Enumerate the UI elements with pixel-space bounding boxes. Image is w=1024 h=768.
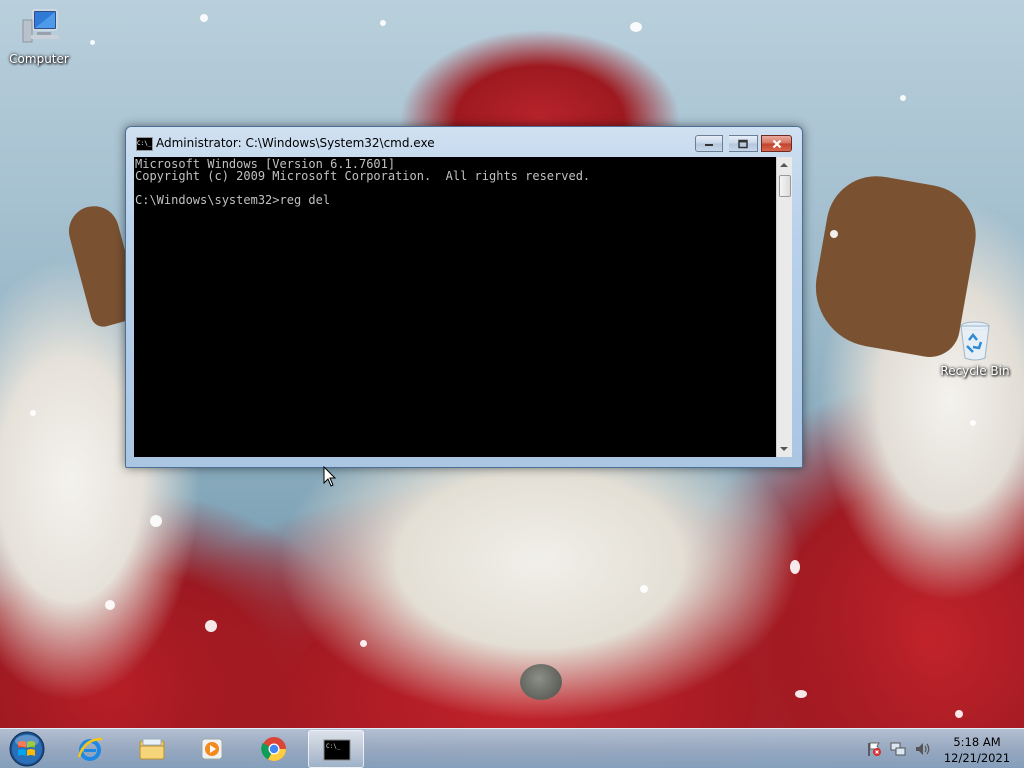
- taskbar-command-prompt[interactable]: C:\_: [308, 730, 364, 768]
- minimize-button[interactable]: [695, 135, 723, 152]
- snowflake: [30, 410, 36, 416]
- desktop-icon-label: Computer: [9, 52, 69, 66]
- volume-icon[interactable]: [914, 741, 930, 757]
- window-title: Administrator: C:\Windows\System32\cmd.e…: [156, 136, 435, 150]
- snowflake: [955, 710, 963, 718]
- minimize-icon: [705, 143, 713, 146]
- desktop-icon-computer[interactable]: Computer: [0, 6, 78, 66]
- console-output[interactable]: Microsoft Windows [Version 6.1.7601] Cop…: [134, 157, 776, 457]
- snowflake: [105, 600, 115, 610]
- system-tray: 5:18 AM 12/21/2021: [862, 729, 1024, 768]
- taskbar-google-chrome[interactable]: [246, 730, 302, 768]
- mouse-pointer-icon: [323, 466, 337, 487]
- cmd-window[interactable]: C:\_ Administrator: C:\Windows\System32\…: [125, 126, 803, 468]
- snowflake: [205, 620, 217, 632]
- taskbar: C:\_ 5:18 AM 12/21/2021: [0, 728, 1024, 768]
- snowflake: [970, 420, 976, 426]
- console-prompt-line: C:\Windows\system32>reg del: [135, 193, 331, 207]
- clock-date: 12/21/2021: [943, 751, 1011, 765]
- svg-text:C:\_: C:\_: [326, 743, 341, 750]
- snowflake: [630, 22, 642, 32]
- scrollbar-thumb[interactable]: [779, 175, 791, 197]
- cmd-icon: C:\_: [136, 137, 153, 151]
- console-line: Copyright (c) 2009 Microsoft Corporation…: [135, 169, 591, 183]
- snowflake: [790, 560, 800, 574]
- desktop-icon-recycle-bin[interactable]: Recycle Bin: [936, 318, 1014, 378]
- snowflake: [360, 640, 367, 647]
- recycle-bin-icon: [953, 318, 997, 362]
- snowflake: [150, 515, 162, 527]
- taskbar-internet-explorer[interactable]: [62, 730, 118, 768]
- folder-icon: [139, 738, 165, 760]
- snowflake: [380, 20, 386, 26]
- clock-time: 5:18 AM: [953, 735, 1001, 749]
- action-center-flag-icon[interactable]: [866, 741, 882, 757]
- desktop: Computer Recycle Bin C:\_ Administrator:…: [0, 0, 1024, 768]
- windows-orb-icon: [9, 731, 45, 767]
- media-player-icon: [201, 738, 223, 760]
- wallpaper-coat-button: [520, 664, 562, 700]
- vertical-scrollbar[interactable]: [776, 157, 792, 457]
- snowflake: [900, 95, 906, 101]
- snowflake: [795, 690, 807, 698]
- internet-explorer-icon: [77, 737, 103, 761]
- taskbar-windows-explorer[interactable]: [124, 730, 180, 768]
- start-button[interactable]: [4, 729, 50, 768]
- scroll-up-arrow-icon[interactable]: [780, 163, 788, 167]
- close-button[interactable]: [761, 135, 792, 152]
- taskbar-windows-media-player[interactable]: [184, 730, 240, 768]
- scroll-down-arrow-icon[interactable]: [780, 447, 788, 451]
- computer-icon: [17, 6, 61, 50]
- snowflake: [640, 585, 648, 593]
- snowflake: [200, 14, 208, 22]
- desktop-icon-label: Recycle Bin: [940, 364, 1010, 378]
- network-icon[interactable]: [890, 741, 906, 757]
- maximize-icon: [738, 139, 748, 148]
- window-titlebar[interactable]: C:\_ Administrator: C:\Windows\System32\…: [126, 127, 802, 157]
- clock[interactable]: 5:18 AM 12/21/2021: [942, 734, 1012, 766]
- cmd-taskbar-icon: C:\_: [323, 739, 351, 761]
- snowflake: [830, 230, 838, 238]
- close-icon: [772, 139, 781, 148]
- snowflake: [90, 40, 95, 45]
- chrome-icon: [261, 737, 286, 762]
- maximize-button[interactable]: [729, 135, 758, 152]
